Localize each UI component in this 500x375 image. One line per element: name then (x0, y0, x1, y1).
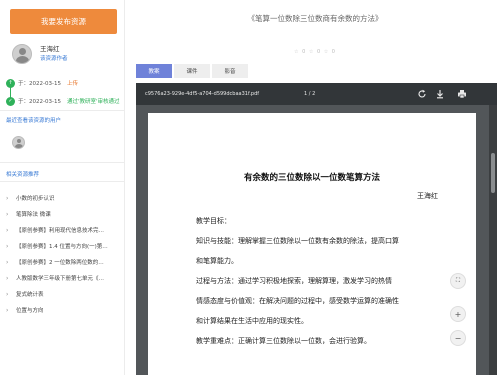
rating-bar: ☆ 0 ☆ 0 ☆ 0 (294, 49, 336, 55)
chevron-right-icon: › (6, 242, 9, 250)
related-item-label: 【原创参赛】2 一位数除两位数的… (16, 260, 104, 266)
sidebar: 我要发布资源 王海红 该资源作者 ↑ 于：2022-03-15 上传 ✓ 于：2… (0, 0, 125, 375)
related-item[interactable]: › 【原创参赛】2 一位数除两位数的… (6, 254, 120, 270)
chevron-right-icon: › (6, 306, 9, 314)
fit-page-button[interactable]: ⛶ (450, 273, 466, 289)
viewer-avatar[interactable] (12, 136, 25, 149)
chevron-right-icon: › (6, 226, 9, 234)
document-body: 教学目标： 知识与技能：理解掌握三位数除以一位数有余数的除法，提高口算 和笔算能… (196, 211, 446, 351)
related-item[interactable]: › 小数的初步认识 (6, 190, 120, 206)
divider (0, 181, 124, 182)
related-item-label: 小数的初步认识 (16, 196, 55, 202)
timeline-status: 通过'教研室'审核通过 (66, 99, 120, 105)
rotate-icon[interactable] (417, 89, 427, 99)
document-line: 过程与方法：通过学习积极地探索，理解算理，激发学习的热情 (196, 277, 392, 285)
total-pages: 2 (312, 91, 316, 97)
chevron-right-icon: › (6, 194, 9, 202)
author-link[interactable]: 该资源作者 (40, 54, 68, 64)
check-icon: ✓ (6, 96, 15, 106)
timeline-row-upload: ↑ 于：2022-03-15 上传 (6, 74, 124, 92)
document-line: 教学重难点：正确计算三位数除以一位数，会进行验算。 (196, 337, 371, 345)
pdf-toolbar: c9576a23-929e-4df5-a704-d599dcbaa31f.pdf… (136, 83, 497, 105)
related-item[interactable]: › 人教版数学三年级下册第七单元《… (6, 270, 120, 286)
related-item-label: 人教版数学三年级下册第七单元《… (16, 276, 105, 282)
related-item[interactable]: › 【原创参赛】1.4 位置与方向(一)第… (6, 238, 120, 254)
timeline-date: 于：2022-03-15 (18, 99, 61, 105)
author-avatar[interactable] (12, 44, 32, 64)
related-item-label: 【原创参赛】利用现代信息技术完… (16, 228, 105, 234)
related-item-label: 位置与方向 (16, 308, 44, 314)
timeline-date: 于：2022-03-15 (18, 81, 61, 87)
pdf-page: 有余数的三位数除以一位数笔算方法 王海红 教学目标： 知识与技能：理解掌握三位数… (148, 113, 476, 375)
tab-courseware[interactable]: 课件 (174, 64, 210, 78)
zoom-out-button[interactable]: − (450, 330, 466, 346)
pdf-scrollbar[interactable] (489, 105, 497, 375)
author-name: 王海红 (40, 45, 60, 53)
related-item-label: 【原创参赛】1.4 位置与方向(一)第… (16, 244, 108, 250)
divider (0, 110, 124, 111)
page-title: 《笔算一位数除三位数商有余数的方法》 (247, 14, 383, 23)
related-item[interactable]: › 笔算除法 微课 (6, 206, 120, 222)
review-timeline: ↑ 于：2022-03-15 上传 ✓ 于：2022-03-15 通过'教研室'… (6, 74, 124, 110)
timeline-status: 上传 (66, 81, 78, 87)
related-resources-title: 相关资源推荐 (6, 172, 40, 178)
divider (0, 162, 124, 163)
document-line: 教学目标： (196, 217, 231, 225)
chevron-right-icon: › (6, 210, 9, 218)
chevron-right-icon: › (6, 258, 9, 266)
scroll-thumb[interactable] (491, 153, 495, 193)
page-counter: 1 / 2 (304, 91, 315, 97)
publish-resource-button[interactable]: 我要发布资源 (10, 9, 117, 34)
related-item[interactable]: › 复式统计表 (6, 286, 120, 302)
print-icon[interactable] (457, 89, 467, 99)
related-item-label: 笔算除法 微课 (16, 212, 51, 218)
chevron-right-icon: › (6, 290, 9, 298)
download-icon[interactable] (435, 89, 445, 99)
tab-media[interactable]: 影音 (212, 64, 248, 78)
recent-viewers-title[interactable]: 最近查看该资源的用户 (6, 116, 61, 124)
zoom-in-button[interactable]: + (450, 306, 466, 322)
document-line: 和计算结果在生活中应用的现实性。 (196, 317, 308, 325)
tab-lesson-plan[interactable]: 教案 (136, 64, 172, 78)
page-separator: / (308, 91, 311, 97)
related-item-label: 复式统计表 (16, 292, 44, 298)
document-line: 知识与技能：理解掌握三位数除以一位数有余数的除法，提高口算 (196, 237, 399, 245)
upload-icon: ↑ (6, 78, 15, 88)
document-line: 和笔算能力。 (196, 257, 238, 265)
pdf-filename: c9576a23-929e-4df5-a704-d599dcbaa31f.pdf (145, 91, 260, 97)
related-item[interactable]: › 位置与方向 (6, 302, 120, 318)
author-profile: 王海红 该资源作者 (12, 44, 68, 64)
pdf-viewer: c9576a23-929e-4df5-a704-d599dcbaa31f.pdf… (136, 83, 497, 375)
chevron-right-icon: › (6, 274, 9, 282)
document-author: 王海红 (417, 192, 438, 200)
document-heading: 有余数的三位数除以一位数笔算方法 (243, 173, 380, 183)
resource-tabs: 教案 课件 影音 (136, 64, 250, 78)
related-item[interactable]: › 【原创参赛】利用现代信息技术完… (6, 222, 120, 238)
current-page[interactable]: 1 (304, 91, 307, 97)
related-resources-list: › 小数的初步认识 › 笔算除法 微课 › 【原创参赛】利用现代信息技术完… › 【原创… (6, 190, 120, 318)
timeline-row-approved: ✓ 于：2022-03-15 通过'教研室'审核通过 (6, 92, 124, 110)
document-line: 情感态度与价值观：在解决问题的过程中，感受数学运算的准确性 (196, 297, 399, 305)
